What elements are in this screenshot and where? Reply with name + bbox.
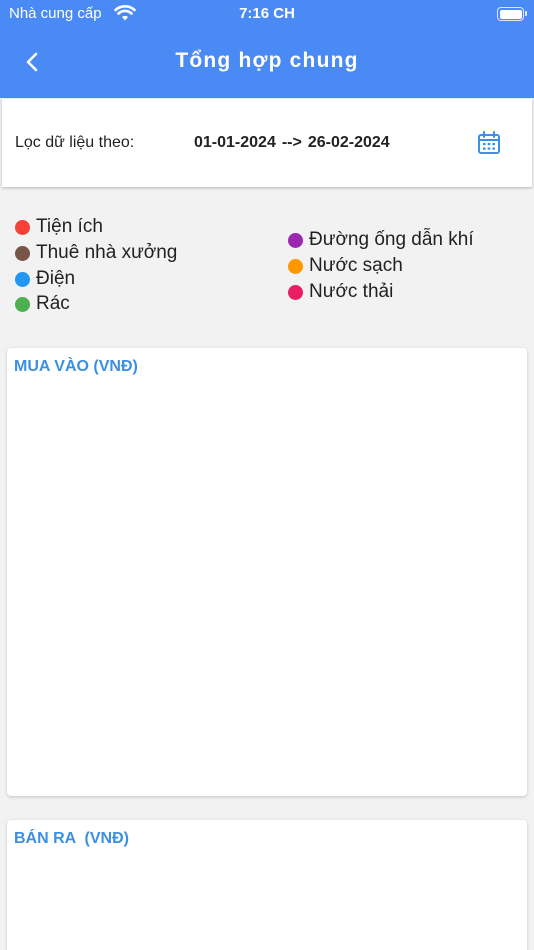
date-filter-card: Lọc dữ liệu theo: 01-01-2024 --> 26-02-202… [2, 99, 532, 187]
legend-item-nuoc-thai: Nước thải [288, 281, 393, 303]
legend-label: Nước thải [309, 281, 394, 302]
sales-card-title: BÁN RA (VNĐ) [14, 830, 129, 847]
chart-legend: Tiện ích Thuê nhà xưởng Điện Rác Đường ố… [0, 212, 534, 322]
legend-dot [15, 271, 30, 287]
legend-dot [288, 258, 303, 274]
legend-item-tien-ich: Tiện ích [15, 216, 103, 238]
legend-label: Rác [36, 293, 70, 314]
calendar-icon[interactable] [476, 130, 502, 156]
legend-item-nuoc-sach: Nước sạch [288, 255, 403, 277]
status-bar: Nhà cung cấp 7:16 CH [0, 0, 534, 30]
page-title: Tổng hợp chung [175, 49, 359, 72]
legend-dot [15, 219, 30, 235]
legend-item-thue-nha-xuong: Thuê nhà xưởng [15, 242, 177, 264]
purchase-card-title: MUA VÀO (VNĐ) [14, 358, 138, 375]
date-separator: --> [281, 134, 302, 151]
legend-dot [15, 245, 30, 261]
legend-item-duong-ong-dan-khi: Đường ống dẫn khí [288, 229, 474, 251]
filter-label: Lọc dữ liệu theo: [15, 134, 135, 151]
legend-label: Nước sạch [309, 255, 403, 276]
legend-label: Điện [36, 268, 76, 289]
status-time: 7:16 CH [239, 5, 295, 22]
legend-dot [288, 232, 303, 248]
battery-icon [497, 7, 527, 21]
legend-item-dien: Điện [15, 268, 75, 290]
app-header: Nhà cung cấp 7:16 CH Tổng hợp chung [0, 0, 534, 98]
sales-chart-card: BÁN RA (VNĐ) [7, 820, 527, 950]
legend-label: Thuê nhà xưởng [36, 242, 178, 263]
legend-label: Tiện ích [36, 216, 103, 237]
legend-label: Đường ống dẫn khí [309, 229, 474, 250]
purchase-chart-card: MUA VÀO (VNĐ) [7, 348, 527, 796]
start-date: 01-01-2024 [194, 134, 276, 151]
legend-item-rac: Rác [15, 293, 70, 315]
date-range[interactable]: 01-01-2024 --> 26-02-2024 [194, 134, 390, 152]
end-date: 26-02-2024 [307, 134, 390, 151]
legend-dot [15, 296, 30, 312]
legend-dot [288, 284, 303, 300]
